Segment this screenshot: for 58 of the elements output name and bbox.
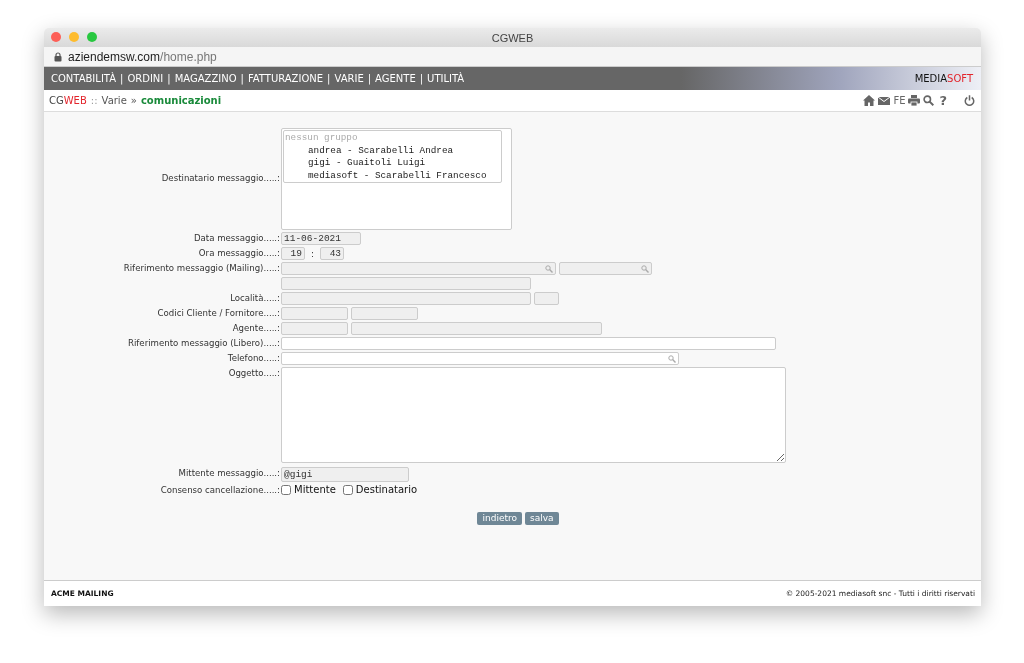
menu-separator: | [120, 73, 124, 84]
field-label: Mittente messaggio.....: [178, 468, 280, 478]
home-icon[interactable] [863, 95, 876, 106]
form-button[interactable]: indietro [477, 512, 522, 525]
menu-separator: | [167, 73, 171, 84]
checkbox-label: Destinatario [355, 484, 418, 495]
power-icon[interactable] [964, 95, 975, 106]
breadcrumb-item[interactable]: Varie [101, 95, 127, 106]
search-icon[interactable] [923, 95, 935, 106]
menu-item[interactable]: ORDINI [127, 73, 164, 84]
list-option: nessun gruppo [284, 132, 501, 145]
breadcrumb-current: comunicazioni [140, 95, 222, 106]
input-field[interactable] [281, 337, 776, 350]
list-option[interactable]: gigi - Guaitoli Luigi [284, 157, 501, 170]
brand-logo: MEDIASOFT [914, 73, 973, 84]
checkbox[interactable] [281, 484, 291, 495]
app-name[interactable]: CGWEB [49, 95, 87, 106]
menu-separator: | [240, 73, 244, 84]
list-option[interactable]: andrea - Scarabelli Andrea [284, 144, 501, 157]
lock-icon [54, 51, 62, 62]
menu-item[interactable]: MAGAZZINO [174, 73, 237, 84]
window-title: CGWEB [491, 31, 534, 44]
subject-field[interactable] [281, 367, 786, 463]
field-label: Agente.....: [232, 323, 280, 333]
menu-item[interactable]: CONTABILITÀ [51, 73, 116, 84]
field-label: Oggetto.....: [228, 368, 280, 378]
field-label: Ora messaggio.....: [198, 248, 280, 258]
field-label: Consenso cancellazione.....: [160, 485, 280, 495]
checkbox[interactable] [342, 484, 353, 495]
field-label: Codici Cliente / Fornitore.....: [157, 308, 280, 318]
menu-item[interactable]: VARIE [334, 73, 364, 84]
field-label: Destinatario messaggio.....: [161, 173, 280, 183]
time-separator: : [310, 248, 316, 259]
menu-separator: | [327, 73, 331, 84]
maximize-icon[interactable] [87, 32, 97, 42]
field-label: Data messaggio.....: [193, 233, 280, 243]
menu-item[interactable]: AGENTE [375, 73, 416, 84]
help-button[interactable]: ? [939, 93, 947, 108]
minimize-icon[interactable] [69, 32, 79, 42]
breadcrumb-arrow: » [130, 95, 137, 106]
checkbox-label: Mittente [294, 484, 336, 495]
menu-item[interactable]: UTILITÀ [427, 73, 465, 84]
menu-item[interactable]: FATTURAZIONE [247, 73, 324, 84]
field-label: Riferimento messaggio (Mailing).....: [123, 263, 280, 273]
form-button[interactable]: salva [524, 512, 559, 525]
field-label: Telefono.....: [227, 353, 280, 363]
close-icon[interactable] [51, 32, 61, 42]
address-field[interactable]: aziendemsw.com/home.php [68, 49, 217, 64]
printer-icon[interactable] [908, 95, 921, 106]
menu-separator: | [367, 73, 372, 84]
menu-separator: | [419, 73, 424, 84]
list-option[interactable]: mediasoft - Scarabelli Francesco [284, 169, 501, 182]
breadcrumb-separator: :: [90, 95, 98, 106]
input-field[interactable] [281, 352, 679, 365]
fe-button[interactable]: FE [893, 95, 906, 106]
field-label: Riferimento messaggio (Libero).....: [128, 338, 280, 348]
field-label: Località.....: [230, 293, 280, 303]
mail-icon[interactable] [878, 96, 891, 105]
